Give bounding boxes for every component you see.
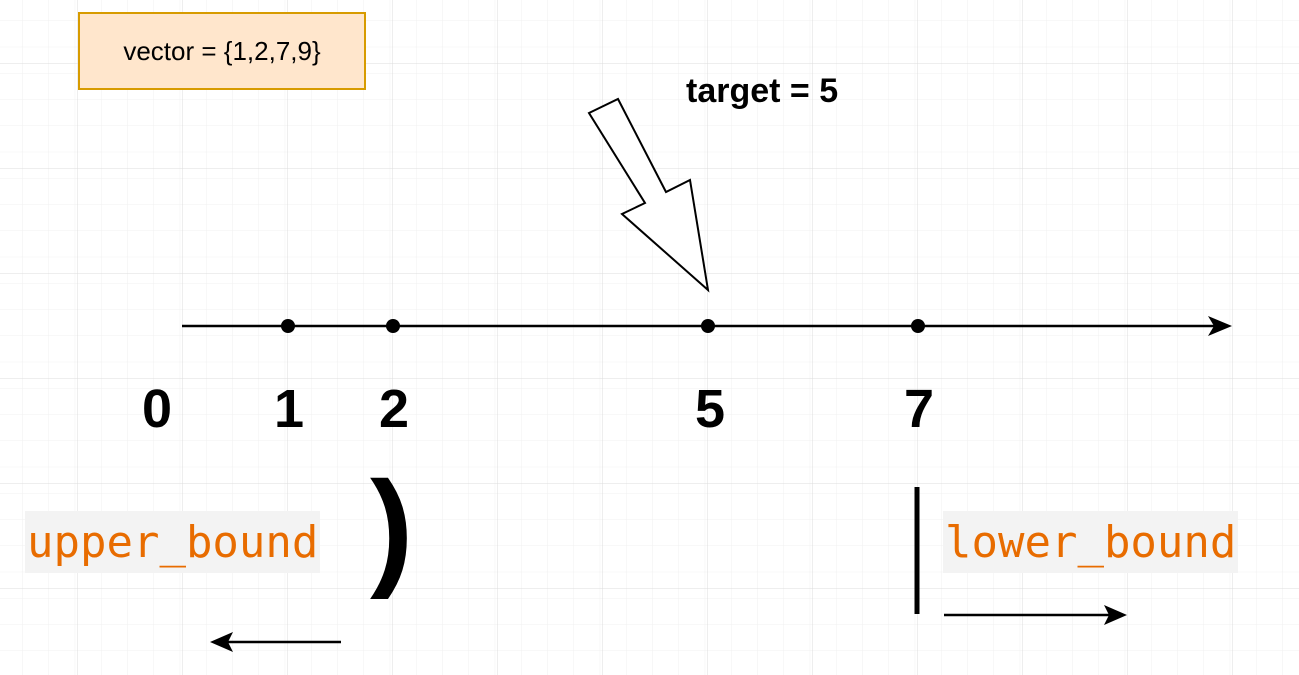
upper-bound-label: upper_bound	[25, 511, 321, 573]
diagram-canvas	[0, 0, 1299, 675]
upper-bound-bracket: )	[370, 454, 414, 600]
tick-label-2: 2	[378, 379, 410, 439]
target-label: target = 5	[686, 72, 839, 110]
tick-label-0: 0	[141, 379, 173, 439]
grid-background	[0, 0, 1299, 675]
tick-label-1: 1	[273, 379, 305, 439]
point-1	[281, 319, 295, 333]
point-5	[701, 319, 715, 333]
point-7	[911, 319, 925, 333]
tick-label-7: 7	[903, 379, 935, 439]
vector-box: vector = {1,2,7,9}	[78, 12, 366, 90]
point-2	[386, 319, 400, 333]
lower-bound-label: lower_bound	[943, 511, 1239, 573]
tick-label-5: 5	[694, 379, 726, 439]
